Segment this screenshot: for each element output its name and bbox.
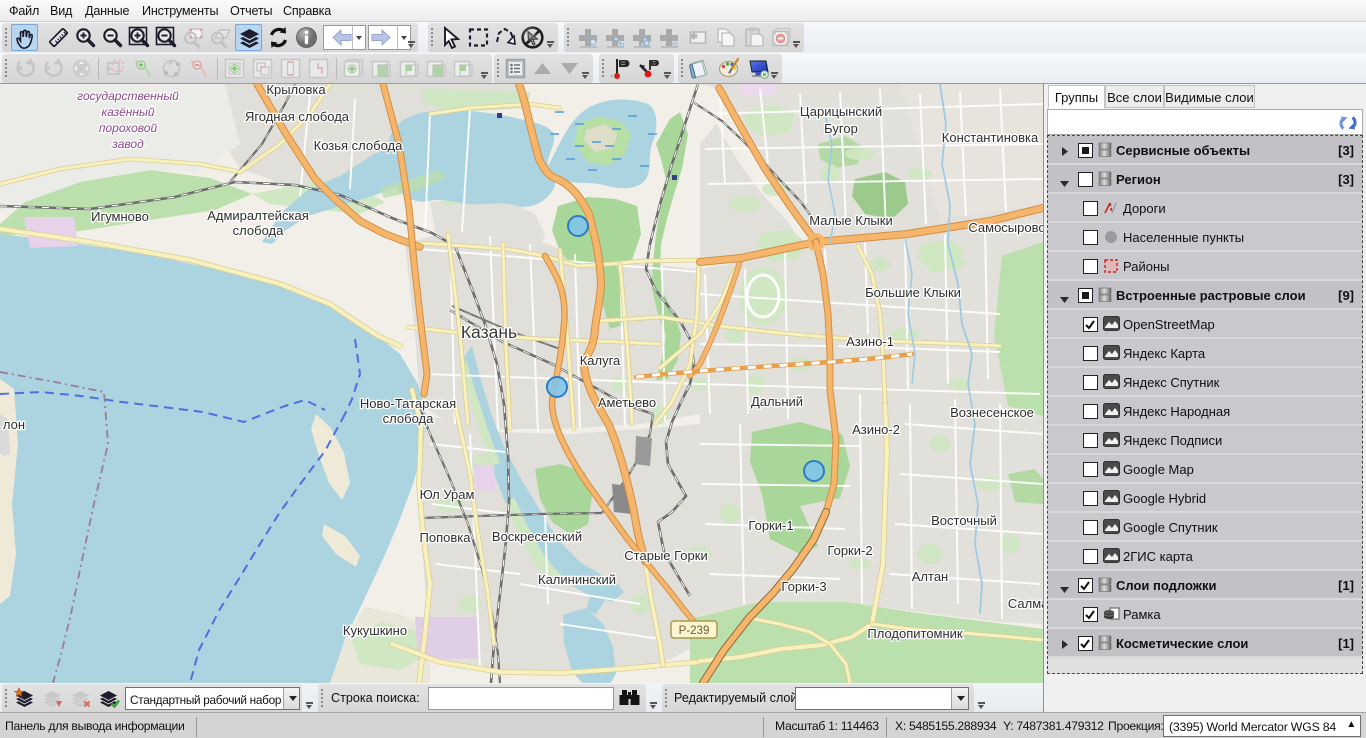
svg-text:Салмачи: Салмачи <box>1008 596 1043 611</box>
svg-text:завод: завод <box>111 137 144 151</box>
svg-text:Калининский: Калининский <box>538 572 616 587</box>
svg-text:Игумново: Игумново <box>91 209 149 224</box>
svg-text:Калуга: Калуга <box>580 353 621 368</box>
svg-text:xy: xy <box>670 39 678 48</box>
svg-text:Козья слобода: Козья слобода <box>314 138 403 153</box>
svg-text:Юл Урам: Юл Урам <box>420 487 475 502</box>
svg-text:Плодопитомник: Плодопитомник <box>867 626 963 641</box>
svg-text:Константиновка: Константиновка <box>942 130 1039 145</box>
svg-text:пороховой: пороховой <box>99 121 158 135</box>
svg-text:Горки-2: Горки-2 <box>827 543 872 558</box>
svg-text:слобода: слобода <box>383 411 434 426</box>
svg-text:Горки-1: Горки-1 <box>748 518 793 533</box>
svg-text:Самосырово: Самосырово <box>968 220 1043 235</box>
svg-text:Ново-Татарская: Ново-Татарская <box>360 396 456 411</box>
svg-text:Малые Клыки: Малые Клыки <box>809 213 892 228</box>
svg-text:Восточный: Восточный <box>931 513 997 528</box>
svg-text:слобода: слобода <box>233 223 284 238</box>
svg-text:Большие Клыки: Большие Клыки <box>865 285 961 300</box>
svg-text:лон: лон <box>3 417 25 432</box>
svg-text:Вознесенское: Вознесенское <box>950 405 1034 420</box>
svg-text:Ягодная слобода: Ягодная слобода <box>245 109 350 124</box>
svg-text:Горки-3: Горки-3 <box>781 579 826 594</box>
svg-text:Аметьево: Аметьево <box>598 395 656 410</box>
svg-text:Поповка: Поповка <box>420 530 472 545</box>
svg-text:Азино-2: Азино-2 <box>852 422 900 437</box>
svg-text:Р-239: Р-239 <box>679 625 710 637</box>
svg-text:Казань: Казань <box>461 322 517 342</box>
svg-text:Азино-1: Азино-1 <box>846 334 894 349</box>
svg-text:Царицынский: Царицынский <box>800 104 882 119</box>
svg-text:Кукушкино: Кукушкино <box>343 623 407 638</box>
svg-text:Старые Горки: Старые Горки <box>624 548 707 563</box>
svg-text:Воскресенский: Воскресенский <box>492 529 582 544</box>
svg-text:Алтан: Алтан <box>912 569 948 584</box>
svg-text:Адмиралтейская: Адмиралтейская <box>207 208 309 223</box>
svg-text:государственный: государственный <box>77 89 179 103</box>
svg-text:казённый: казённый <box>101 105 154 119</box>
svg-text:Дальний: Дальний <box>751 394 803 409</box>
svg-text:Бугор: Бугор <box>824 121 858 136</box>
svg-text:Крыловка: Крыловка <box>266 84 326 97</box>
